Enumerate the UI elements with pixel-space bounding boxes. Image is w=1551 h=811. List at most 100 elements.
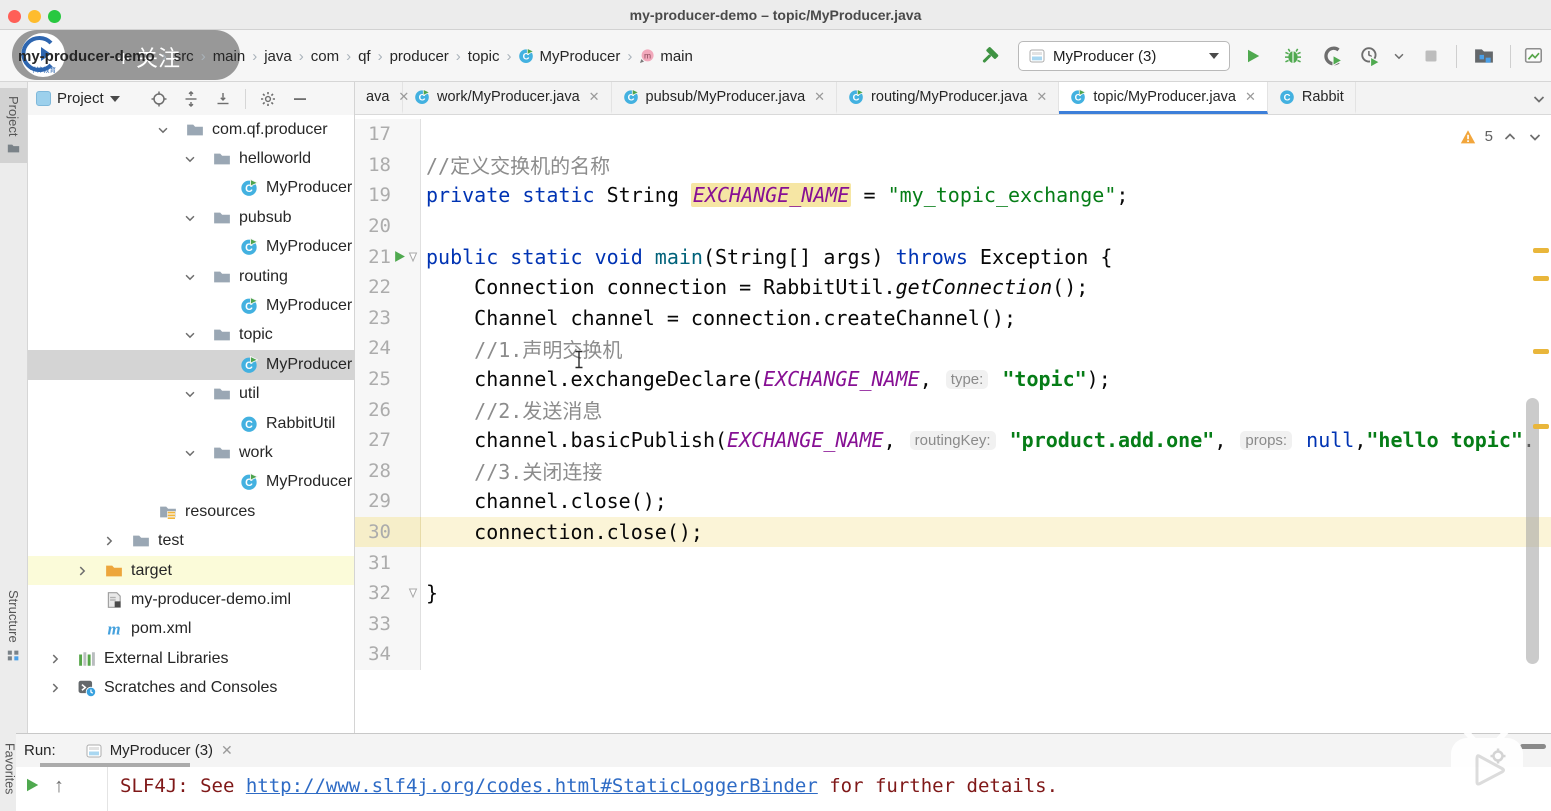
tree-item-Scratches and Consoles[interactable]: Scratches and Consoles bbox=[28, 673, 354, 702]
profiler-button[interactable] bbox=[1357, 30, 1383, 82]
tool-strip-project[interactable]: Project bbox=[0, 88, 27, 164]
tree-item-test[interactable]: test bbox=[28, 526, 354, 555]
editor-tab-pubsub/MyProducer.java[interactable]: Cpubsub/MyProducer.java ✕ bbox=[612, 82, 838, 114]
tree-item-resources[interactable]: resources bbox=[28, 497, 354, 526]
close-icon[interactable]: ✕ bbox=[814, 89, 825, 105]
code-text[interactable]: //3.关闭连接 bbox=[421, 456, 1551, 487]
tree-item-MyProducer[interactable]: C MyProducer bbox=[28, 468, 354, 497]
code-text[interactable]: //2.发送消息 bbox=[421, 394, 1551, 425]
code-editor[interactable]: 17 18 //定义交换机的名称 19 private static String EX… bbox=[355, 115, 1551, 733]
code-line-23[interactable]: 23 Channel channel = connection.createCh… bbox=[355, 302, 1551, 334]
code-text[interactable]: channel.basicPublish(EXCHANGE_NAME, rout… bbox=[421, 425, 1551, 456]
breadcrumb-item-qf[interactable]: qf bbox=[358, 48, 371, 65]
code-line-33[interactable]: 33 bbox=[355, 608, 1551, 640]
code-line-22[interactable]: 22 Connection connection = RabbitUtil. ge… bbox=[355, 271, 1551, 303]
chevron-down-icon[interactable] bbox=[156, 122, 186, 138]
tree-item-MyProducer[interactable]: C MyProducer bbox=[28, 291, 354, 320]
more-run-options-button[interactable] bbox=[1390, 30, 1408, 82]
mini-player-overlay[interactable] bbox=[1445, 726, 1531, 806]
chevron-up-icon[interactable] bbox=[1502, 129, 1518, 145]
run-button[interactable] bbox=[1240, 30, 1266, 82]
warning-stripe-mark[interactable] bbox=[1533, 248, 1549, 253]
chevron-down-icon[interactable] bbox=[183, 445, 213, 461]
code-text[interactable]: channel.exchangeDeclare(EXCHANGE_NAME, t… bbox=[421, 364, 1551, 395]
breadcrumb-item-my-producer-demo[interactable]: my-producer-demo bbox=[18, 48, 155, 65]
code-text[interactable]: Connection connection = RabbitUtil. getCo… bbox=[421, 272, 1551, 303]
tree-item-target[interactable]: target bbox=[28, 555, 354, 586]
stop-button[interactable] bbox=[1418, 30, 1444, 82]
code-line-27[interactable]: 27 channel.basicPublish(EXCHANGE_NAME, r… bbox=[355, 424, 1551, 456]
tree-item-RabbitUtil[interactable]: C RabbitUtil bbox=[28, 409, 354, 438]
tree-item-MyProducer[interactable]: C MyProducer bbox=[28, 350, 354, 380]
code-text[interactable]: connection.close(); bbox=[421, 516, 1551, 548]
hide-panel-icon[interactable] bbox=[287, 86, 313, 112]
build-hammer-button[interactable] bbox=[976, 30, 1004, 82]
code-line-30[interactable]: 30 connection.close(); bbox=[355, 516, 1551, 548]
tree-item-External Libraries[interactable]: External Libraries bbox=[28, 644, 354, 673]
code-line-26[interactable]: 26 //2.发送消息 bbox=[355, 394, 1551, 425]
code-line-34[interactable]: 34 bbox=[355, 639, 1551, 670]
tree-item-com.qf.producer[interactable]: com.qf.producer bbox=[28, 115, 354, 144]
breadcrumb-item-com[interactable]: com bbox=[311, 48, 339, 65]
tree-item-pubsub[interactable]: pubsub bbox=[28, 203, 354, 232]
code-line-29[interactable]: 29 channel.close(); bbox=[355, 486, 1551, 517]
tool-strip-structure[interactable]: Structure bbox=[0, 582, 27, 670]
breadcrumb-item-main[interactable]: main bbox=[213, 48, 246, 65]
run-line-icon[interactable] bbox=[393, 250, 406, 263]
hidden-tabs-chevron-icon[interactable] bbox=[1531, 91, 1547, 107]
close-icon[interactable]: ✕ bbox=[589, 89, 600, 105]
code-lines[interactable]: 17 18 //定义交换机的名称 19 private static String EX… bbox=[355, 119, 1551, 670]
fold-marker-icon[interactable] bbox=[407, 587, 419, 599]
code-line-25[interactable]: 25 channel.exchangeDeclare(EXCHANGE_NAME… bbox=[355, 363, 1551, 395]
chevron-down-icon[interactable] bbox=[1527, 129, 1543, 145]
breadcrumb-item-java[interactable]: java bbox=[264, 48, 292, 65]
collapse-all-icon[interactable] bbox=[210, 86, 236, 112]
warning-stripe-mark[interactable] bbox=[1533, 276, 1549, 281]
editor-tab-Rabbit[interactable]: C Rabbit bbox=[1268, 82, 1356, 114]
project-structure-button[interactable] bbox=[1470, 30, 1498, 82]
fold-marker-icon[interactable] bbox=[407, 251, 419, 263]
run-console[interactable]: ↑ SLF4J: See http://www.slf4j.org/codes.… bbox=[16, 767, 1551, 811]
tree-item-my-producer-demo.iml[interactable]: my-producer-demo.iml bbox=[28, 585, 354, 614]
window-preview-button[interactable] bbox=[1520, 30, 1548, 82]
code-line-31[interactable]: 31 bbox=[355, 547, 1551, 578]
code-text[interactable]: channel.close(); bbox=[421, 486, 1551, 517]
warning-stripe-mark[interactable] bbox=[1533, 424, 1549, 429]
gear-icon[interactable] bbox=[255, 86, 281, 112]
breadcrumb-item-topic[interactable]: topic bbox=[468, 48, 500, 65]
code-line-18[interactable]: 18 //定义交换机的名称 bbox=[355, 149, 1551, 181]
chevron-right-icon[interactable] bbox=[48, 680, 78, 696]
editor-tab-topic/MyProducer.java[interactable]: Ctopic/MyProducer.java ✕ bbox=[1059, 82, 1268, 114]
code-line-32[interactable]: 32} bbox=[355, 577, 1551, 609]
breadcrumb-item-producer[interactable]: producer bbox=[390, 48, 449, 65]
chevron-down-icon[interactable] bbox=[183, 269, 213, 285]
rerun-icon[interactable] bbox=[24, 777, 40, 793]
code-text[interactable] bbox=[421, 639, 1551, 670]
expand-all-icon[interactable] bbox=[178, 86, 204, 112]
tree-item-work[interactable]: work bbox=[28, 438, 354, 467]
close-icon[interactable]: ✕ bbox=[221, 742, 233, 759]
tree-item-routing[interactable]: routing bbox=[28, 262, 354, 291]
run-config-select[interactable]: MyProducer (3) bbox=[1018, 41, 1230, 71]
tree-item-MyProducer[interactable]: C MyProducer bbox=[28, 174, 354, 203]
project-panel-title[interactable]: Project bbox=[57, 90, 104, 107]
editor-tab-ava[interactable]: ava ✕ bbox=[355, 82, 409, 114]
code-line-24[interactable]: 24 //1.声明交换机 bbox=[355, 333, 1551, 364]
chevron-right-icon[interactable] bbox=[102, 533, 132, 549]
editor-scrollbar[interactable] bbox=[1526, 398, 1539, 664]
run-tab[interactable]: MyProducer (3) ✕ bbox=[86, 742, 233, 759]
code-line-21[interactable]: 21 public static void main (String[] args)… bbox=[355, 241, 1551, 272]
run-coverage-button[interactable] bbox=[1320, 30, 1346, 82]
chevron-down-icon[interactable] bbox=[183, 210, 213, 226]
code-line-20[interactable]: 20 bbox=[355, 210, 1551, 242]
chevron-down-icon[interactable] bbox=[183, 327, 213, 343]
code-text[interactable] bbox=[421, 211, 1551, 242]
code-text[interactable]: Channel channel = connection.createChann… bbox=[421, 303, 1551, 334]
inspections-widget[interactable]: 5 bbox=[1460, 128, 1543, 145]
debug-button[interactable] bbox=[1280, 30, 1306, 82]
code-text[interactable] bbox=[421, 119, 1551, 150]
editor-tab-routing/MyProducer.java[interactable]: Crouting/MyProducer.java ✕ bbox=[837, 82, 1060, 114]
chevron-right-icon[interactable] bbox=[48, 651, 78, 667]
code-text[interactable]: //定义交换机的名称 bbox=[421, 150, 1551, 181]
close-icon[interactable]: ✕ bbox=[1245, 89, 1256, 105]
